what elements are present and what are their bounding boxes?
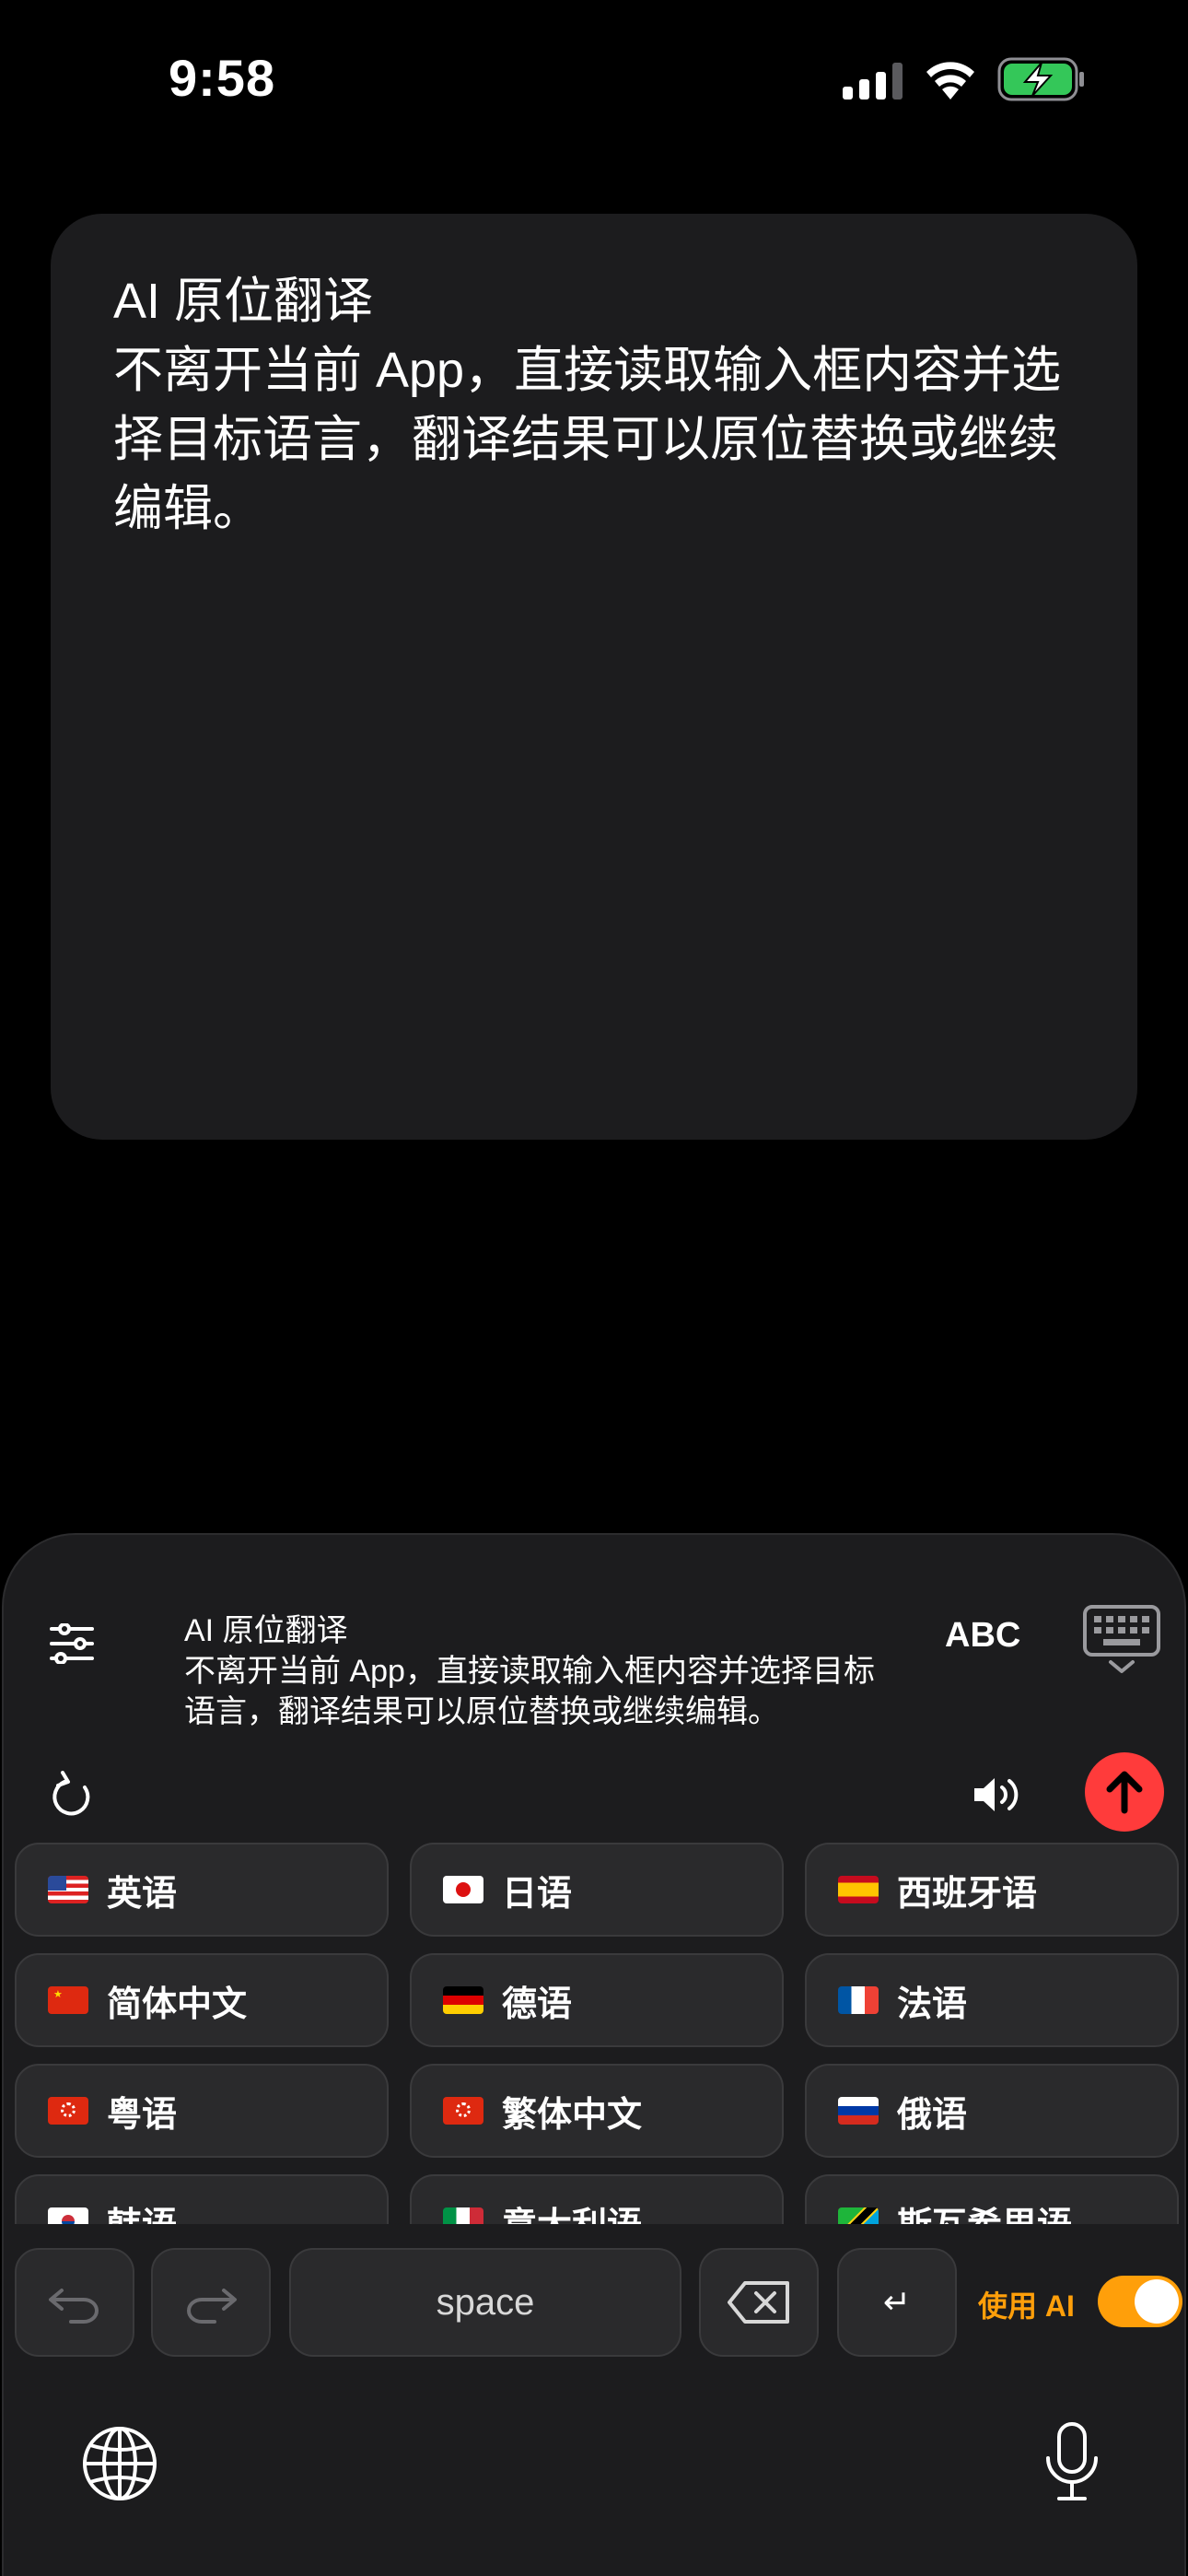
globe-icon xyxy=(83,2427,157,2500)
cn-flag: ★ xyxy=(48,1986,88,2014)
ru-flag xyxy=(838,2097,879,2125)
de-flag xyxy=(443,1986,483,2014)
speaker-icon xyxy=(974,1778,1019,1811)
language-label: 意大利语 xyxy=(502,2196,642,2225)
use-ai-label: 使用 AI xyxy=(978,2289,1075,2323)
language-chip[interactable]: 德语 xyxy=(410,1953,784,2047)
language-label: 俄语 xyxy=(897,2095,968,2135)
microphone-icon xyxy=(1046,2422,1098,2500)
jp-flag xyxy=(443,1876,483,1903)
language-label: 粤语 xyxy=(107,2095,178,2135)
arrow-up-icon xyxy=(1106,1771,1143,1814)
status-time: 9:58 xyxy=(169,49,276,107)
sliders-icon xyxy=(50,1623,94,1664)
hk-flag xyxy=(443,2097,483,2125)
refresh-icon xyxy=(52,1771,90,1816)
translation-keyboard: AI 原位翻译 不离开当前 App，直接读取输入框内容并选择目标语言，翻译结果可… xyxy=(2,1533,1186,2576)
abc-switch-button[interactable]: ABC xyxy=(945,1616,1020,1656)
delete-key[interactable] xyxy=(699,2248,819,2357)
status-bar: 9:58 xyxy=(0,0,1188,157)
refresh-button[interactable] xyxy=(39,1762,105,1828)
language-label: 德语 xyxy=(502,1985,573,2024)
microphone-button[interactable] xyxy=(1042,2421,1101,2504)
language-chip[interactable]: 英语 xyxy=(15,1843,389,1937)
keyboard-bottom-row: space ↵ 使用 AI xyxy=(4,2248,1188,2359)
language-chip[interactable]: 韩语 xyxy=(15,2174,389,2224)
undo-icon xyxy=(49,2289,99,2324)
language-chip[interactable]: 俄语 xyxy=(805,2064,1179,2158)
tz-flag xyxy=(838,2207,879,2224)
language-label: 英语 xyxy=(107,1874,178,1914)
use-ai-toggle[interactable] xyxy=(1098,2276,1182,2327)
language-label: 繁体中文 xyxy=(502,2095,643,2135)
settings-sliders-button[interactable] xyxy=(39,1610,105,1677)
globe-switch-keyboard-button[interactable] xyxy=(81,2425,158,2502)
toggle-knob xyxy=(1135,2279,1179,2324)
text-editor-card[interactable]: AI 原位翻译 不离开当前 App，直接读取输入框内容并选择目标语言，翻译结果可… xyxy=(51,214,1137,1140)
language-chip[interactable]: 斯瓦希里语 xyxy=(805,2174,1179,2224)
redo-key[interactable] xyxy=(151,2248,271,2357)
keyboard-dismiss-button[interactable] xyxy=(1081,1603,1164,1677)
translate-send-button[interactable] xyxy=(1085,1752,1164,1832)
es-flag xyxy=(838,1876,879,1903)
language-chip[interactable]: 意大利语 xyxy=(410,2174,784,2224)
editor-text[interactable]: AI 原位翻译 不离开当前 App，直接读取输入框内容并选择目标语言，翻译结果可… xyxy=(113,267,1089,544)
language-chip[interactable]: 繁体中文 xyxy=(410,2064,784,2158)
battery-charging-icon xyxy=(997,57,1084,101)
language-chip[interactable]: 粤语 xyxy=(15,2064,389,2158)
language-grid: 英语 日语 西班牙语 ★ 简体中文 德语 法语粤语 繁体中文 俄语韩语 意大利语 斯瓦希里语 xyxy=(4,1843,1188,2224)
language-chip[interactable]: 法语 xyxy=(805,1953,1179,2047)
language-label: 日语 xyxy=(502,1874,573,1914)
it-flag xyxy=(443,2207,483,2224)
speak-button[interactable] xyxy=(961,1762,1035,1828)
wifi-icon xyxy=(926,62,974,100)
language-label: 韩语 xyxy=(107,2196,177,2225)
return-key[interactable]: ↵ xyxy=(837,2248,957,2357)
language-chip[interactable]: 西班牙语 xyxy=(805,1843,1179,1937)
us-flag xyxy=(48,1876,88,1903)
kr-flag xyxy=(48,2207,88,2224)
delete-backspace-icon xyxy=(728,2281,789,2324)
source-text-preview: AI 原位翻译 不离开当前 App，直接读取输入框内容并选择目标语言，翻译结果可… xyxy=(184,1613,875,1729)
language-label: 简体中文 xyxy=(107,1985,248,2024)
keyboard-dismiss-icon xyxy=(1083,1605,1160,1673)
language-label: 斯瓦希里语 xyxy=(897,2196,1072,2225)
language-chip[interactable]: 日语 xyxy=(410,1843,784,1937)
language-label: 法语 xyxy=(897,1985,968,2024)
cellular-signal-icon xyxy=(843,63,903,100)
undo-key[interactable] xyxy=(15,2248,134,2357)
language-label: 西班牙语 xyxy=(897,1874,1038,1914)
redo-icon xyxy=(187,2289,237,2324)
space-key[interactable]: space xyxy=(289,2248,681,2357)
fr-flag xyxy=(838,1986,879,2014)
language-chip[interactable]: ★ 简体中文 xyxy=(15,1953,389,2047)
hk-flag xyxy=(48,2097,88,2125)
